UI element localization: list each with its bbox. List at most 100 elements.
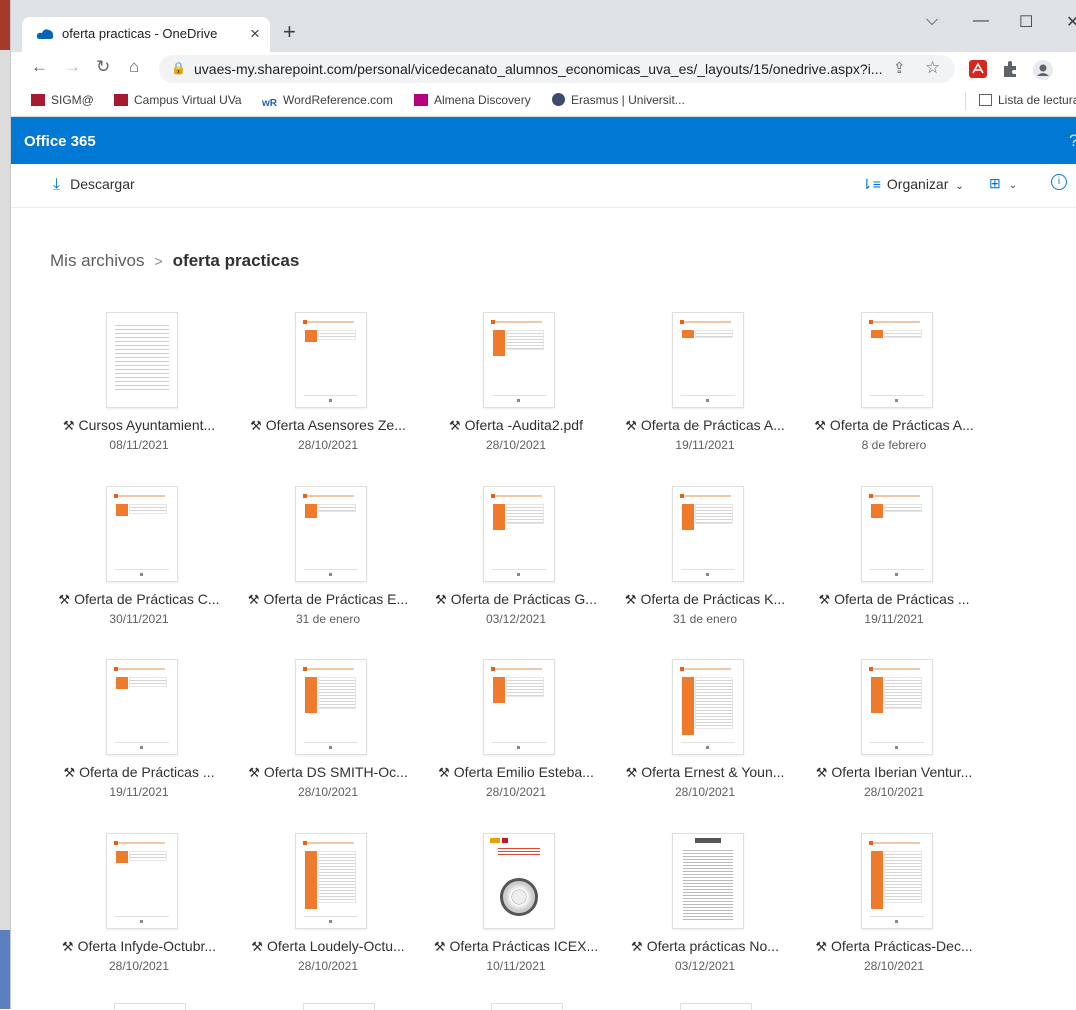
file-tile[interactable]: ⚒ Oferta de Prácticas K... 31 de enero [615, 486, 795, 636]
shared-tools-icon: ⚒ [818, 592, 831, 607]
file-thumbnail[interactable] [295, 312, 367, 408]
file-tile[interactable]: ⚒ Oferta Loudely-Octu... 28/10/2021 [238, 833, 418, 983]
file-name[interactable]: ⚒ Oferta Prácticas-Dec... [804, 938, 984, 955]
file-tile[interactable]: ⚒ Oferta Emilio Esteba... 28/10/2021 [426, 659, 606, 809]
bookmark-almena[interactable]: Almena Discovery [414, 93, 531, 107]
file-name[interactable]: ⚒ Oferta Infyde-Octubr... [49, 938, 229, 955]
file-tile[interactable]: ⚒ Oferta -Audita2.pdf 28/10/2021 [426, 312, 606, 462]
file-name[interactable]: ⚒ Oferta Loudely-Octu... [238, 938, 418, 955]
file-name[interactable]: ⚒ Oferta de Prácticas ... [804, 591, 984, 608]
file-tile[interactable]: ⚒ Oferta de Prácticas G... 03/12/2021 [426, 486, 606, 636]
tab-search-chevron-icon[interactable]: ⌵ [926, 12, 938, 30]
file-thumbnail[interactable] [106, 312, 178, 408]
file-name[interactable]: ⚒ Oferta DS SMITH-Oc... [238, 764, 418, 781]
file-thumbnail[interactable] [295, 833, 367, 929]
view-options-button[interactable]: ⊞ ⌄ [989, 175, 1017, 192]
bookmark-star-icon[interactable]: ☆ [925, 58, 940, 78]
file-name[interactable]: ⚒ Oferta -Audita2.pdf [426, 417, 606, 434]
file-thumbnail[interactable] [483, 312, 555, 408]
file-tile[interactable]: ⚒ Oferta de Prácticas E... 31 de enero [238, 486, 418, 636]
forward-arrow-icon[interactable]: → [64, 57, 81, 77]
file-tile[interactable]: ⚒ Oferta Ernest & Youn... 28/10/2021 [615, 659, 795, 809]
file-name[interactable]: ⚒ Oferta Prácticas ICEX... [426, 938, 606, 955]
navigation-bar: ← → ↻ ⌂ 🔒 uvaes-my.sharepoint.com/person… [11, 52, 1076, 88]
file-thumbnail[interactable] [483, 486, 555, 582]
bookmark-sigma[interactable]: SIGM@ [31, 93, 94, 107]
file-thumbnail[interactable] [861, 312, 933, 408]
file-thumbnail[interactable] [295, 659, 367, 755]
profile-avatar-icon[interactable] [1033, 60, 1053, 80]
file-name[interactable]: ⚒ Oferta prácticas No... [615, 938, 795, 955]
minimize-button[interactable]: — [973, 12, 989, 30]
file-thumbnail[interactable] [106, 833, 178, 929]
info-icon[interactable]: i [1051, 174, 1067, 190]
maximize-button[interactable]: ☐ [1019, 12, 1033, 32]
file-name[interactable]: ⚒ Oferta de Prácticas ... [49, 764, 229, 781]
file-name[interactable]: ⚒ Oferta Asensores Ze... [238, 417, 418, 434]
file-thumbnail[interactable] [106, 659, 178, 755]
sort-button[interactable]: ⇂≡ Organizar ⌄ [861, 176, 964, 193]
file-tile[interactable]: ⚒ Oferta de Prácticas A... 19/11/2021 [615, 312, 795, 462]
browser-menu-icon[interactable]: ⋮ [1069, 57, 1076, 77]
extensions-puzzle-icon[interactable] [1002, 60, 1018, 78]
file-tile[interactable]: ⚒ Oferta Iberian Ventur... 28/10/2021 [804, 659, 984, 809]
file-thumbnail[interactable] [483, 659, 555, 755]
bookmark-erasmus[interactable]: Erasmus | Universit... [552, 93, 685, 107]
file-name[interactable]: ⚒ Oferta de Prácticas E... [238, 591, 418, 608]
bookmark-campus-virtual[interactable]: Campus Virtual UVa [114, 93, 242, 107]
file-tile[interactable]: ⚒ Oferta DS SMITH-Oc... 28/10/2021 [238, 659, 418, 809]
file-thumbnail[interactable] [672, 312, 744, 408]
file-modified-date: 10/11/2021 [486, 959, 546, 973]
reading-list-button[interactable]: Lista de lectura [979, 93, 1076, 107]
file-thumbnail[interactable] [483, 833, 555, 929]
file-name[interactable]: ⚒ Oferta de Prácticas A... [804, 417, 984, 434]
file-tile[interactable]: ⚒ Oferta Prácticas ICEX... 10/11/2021 [426, 833, 606, 983]
breadcrumb-root[interactable]: Mis archivos [50, 251, 144, 270]
shared-tools-icon: ⚒ [58, 592, 71, 607]
file-thumbnail[interactable] [295, 486, 367, 582]
file-name[interactable]: ⚒ Oferta Emilio Esteba... [426, 764, 606, 781]
file-name[interactable]: ⚒ Oferta de Prácticas A... [615, 417, 795, 434]
file-name-text: Cursos Ayuntamient... [78, 417, 216, 433]
file-modified-date: 19/11/2021 [864, 612, 924, 626]
file-tile[interactable]: ⚒ Oferta Prácticas-Dec... 28/10/2021 [804, 833, 984, 983]
file-tile[interactable]: ⚒ Oferta Infyde-Octubr... 28/10/2021 [49, 833, 229, 983]
file-tile[interactable]: ⚒ Oferta de Prácticas C... 30/11/2021 [49, 486, 229, 636]
file-name[interactable]: ⚒ Oferta de Prácticas K... [615, 591, 795, 608]
tab-close-button[interactable]: × [250, 24, 260, 44]
reload-icon[interactable]: ↻ [96, 57, 110, 77]
bookmark-wordreference[interactable]: wR WordReference.com [262, 93, 393, 110]
file-thumbnail[interactable] [672, 659, 744, 755]
file-thumbnail[interactable] [106, 486, 178, 582]
home-icon[interactable]: ⌂ [129, 57, 139, 77]
file-tile[interactable]: ⚒ Oferta de Prácticas ... 19/11/2021 [49, 659, 229, 809]
file-name[interactable]: ⚒ Oferta de Prácticas C... [49, 591, 229, 608]
file-name[interactable]: ⚒ Cursos Ayuntamient... [49, 417, 229, 434]
acrobat-icon[interactable] [969, 60, 987, 78]
shared-tools-icon: ⚒ [250, 418, 262, 433]
file-tile[interactable]: ⚒ Oferta de Prácticas ... 19/11/2021 [804, 486, 984, 636]
file-thumbnail[interactable] [672, 486, 744, 582]
file-thumbnail[interactable] [861, 833, 933, 929]
download-button[interactable]: ⤓ Descargar [53, 176, 135, 194]
file-name[interactable]: ⚒ Oferta Iberian Ventur... [804, 764, 984, 781]
file-tile[interactable]: ⚒ Cursos Ayuntamient... 08/11/2021 [49, 312, 229, 462]
address-bar[interactable]: 🔒 uvaes-my.sharepoint.com/personal/viced… [159, 55, 955, 83]
office-brand[interactable]: Office 365 [24, 133, 96, 150]
file-modified-date: 28/10/2021 [485, 785, 547, 799]
back-arrow-icon[interactable]: ← [31, 57, 48, 77]
help-icon[interactable]: ? [1069, 131, 1076, 151]
new-tab-button[interactable]: + [283, 19, 296, 45]
file-tile[interactable]: ⚒ Oferta prácticas No... 03/12/2021 [615, 833, 795, 983]
share-icon[interactable]: ⇪ [893, 59, 906, 77]
file-name[interactable]: ⚒ Oferta de Prácticas G... [426, 591, 606, 608]
address-url[interactable]: uvaes-my.sharepoint.com/personal/vicedec… [194, 61, 882, 77]
file-thumbnail[interactable] [672, 833, 744, 929]
file-thumbnail[interactable] [861, 486, 933, 582]
file-tile[interactable]: ⚒ Oferta de Prácticas A... 8 de febrero [804, 312, 984, 462]
tab-onedrive[interactable]: oferta practicas - OneDrive × [22, 17, 270, 52]
close-window-button[interactable]: ✕ [1066, 12, 1076, 32]
file-tile[interactable]: ⚒ Oferta Asensores Ze... 28/10/2021 [238, 312, 418, 462]
file-name[interactable]: ⚒ Oferta Ernest & Youn... [615, 764, 795, 781]
file-thumbnail[interactable] [861, 659, 933, 755]
